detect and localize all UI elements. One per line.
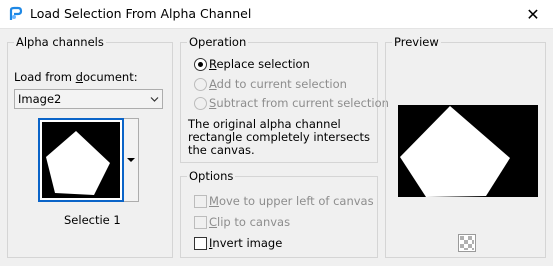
preview-diamond-shape [400, 106, 510, 197]
dropdown-arrow-icon [127, 158, 135, 162]
channel-name-label: Selectie 1 [64, 213, 121, 227]
replace-selection-radio[interactable] [194, 58, 207, 71]
checkerboard-icon[interactable] [458, 234, 476, 252]
thumbnail-diamond-shape [46, 131, 110, 195]
invert-image-label[interactable]: Invert image [209, 236, 282, 250]
invert-image-checkbox[interactable] [194, 237, 207, 250]
move-to-upper-left-checkbox[interactable] [194, 195, 207, 208]
alpha-channel-thumbnail[interactable] [38, 118, 124, 202]
preview-title: Preview [392, 35, 441, 49]
subtract-from-selection-label[interactable]: Subtract from current selection [209, 96, 389, 110]
app-logo-icon [9, 6, 23, 20]
operation-info-text: The original alpha channel rectangle com… [188, 117, 371, 157]
preview-canvas [398, 105, 538, 197]
alpha-channels-title: Alpha channels [14, 35, 106, 49]
thumbnail-canvas [42, 122, 120, 198]
close-icon: ✕ [526, 5, 540, 24]
thumbnail-dropdown-button[interactable] [124, 118, 139, 202]
load-from-document-label: Load from document: [14, 70, 138, 84]
document-select-value: Image2 [18, 92, 62, 106]
title-bar: Load Selection From Alpha Channel ✕ [0, 0, 553, 29]
document-select[interactable]: Image2 [14, 89, 163, 109]
subtract-from-selection-radio[interactable] [194, 97, 207, 110]
add-to-selection-label[interactable]: Add to current selection [209, 77, 347, 91]
clip-to-canvas-label[interactable]: Clip to canvas [209, 215, 290, 229]
move-to-upper-left-label[interactable]: Move to upper left of canvas [209, 194, 374, 208]
operation-title: Operation [187, 35, 249, 49]
clip-to-canvas-checkbox[interactable] [194, 216, 207, 229]
replace-selection-label[interactable]: Replace selection [209, 57, 310, 71]
chevron-down-icon [150, 97, 159, 102]
options-title: Options [187, 169, 236, 183]
close-button[interactable]: ✕ [513, 0, 553, 29]
window-title: Load Selection From Alpha Channel [30, 6, 252, 21]
add-to-selection-radio[interactable] [194, 78, 207, 91]
